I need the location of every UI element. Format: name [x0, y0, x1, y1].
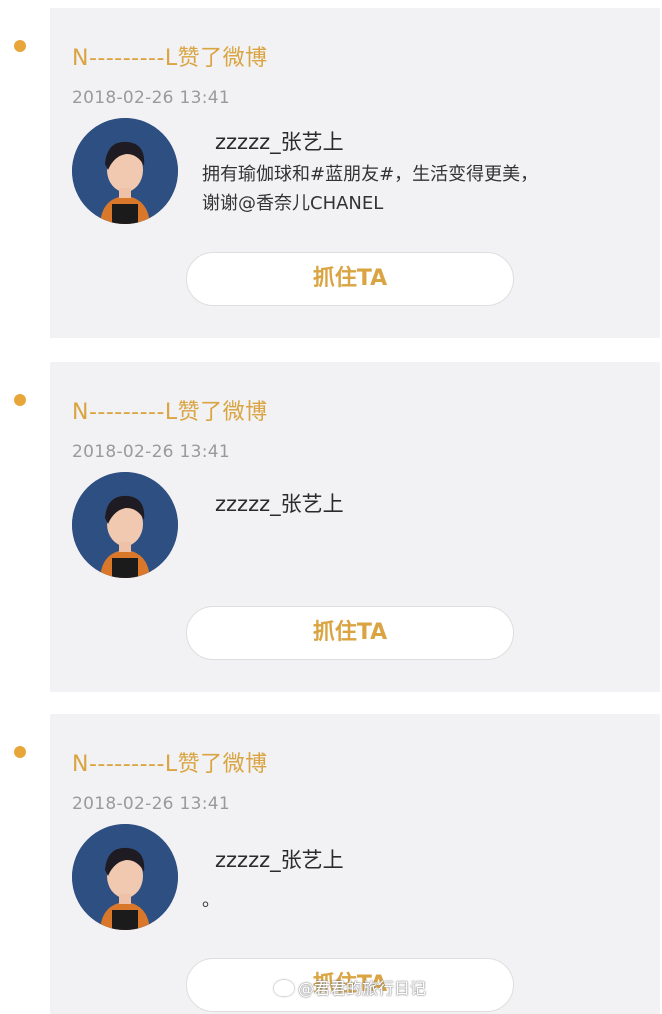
activity-timestamp: 2018-02-26 13:41 — [72, 442, 230, 462]
post-line: 谢谢@香奈儿CHANEL — [202, 193, 384, 214]
timeline-dot — [14, 394, 26, 406]
user-name[interactable]: zzzzz_张艺上 — [215, 844, 344, 874]
feed-card: N---------L赞了微博 2018-02-26 13:41 zzzzz_张… — [50, 714, 660, 1014]
activity-timestamp: 2018-02-26 13:41 — [72, 88, 230, 108]
feed-card: N---------L赞了微博 2018-02-26 13:41 zzzzz_张… — [50, 8, 660, 338]
user-name[interactable]: zzzzz_张艺上 — [215, 488, 344, 518]
post-line: 拥有瑜伽球和#蓝朋友#，生活变得更美， — [202, 164, 539, 185]
post-content[interactable]: 。 — [202, 886, 652, 915]
grab-ta-button[interactable]: 抓住TA — [186, 606, 514, 660]
feed-card: N---------L赞了微博 2018-02-26 13:41 zzzzz_张… — [50, 362, 660, 692]
timeline-dot — [14, 746, 26, 758]
post-line: 。 — [202, 890, 220, 911]
timeline-dot — [14, 40, 26, 52]
user-name[interactable]: zzzzz_张艺上 — [215, 126, 344, 156]
post-content[interactable]: 拥有瑜伽球和#蓝朋友#，生活变得更美， 谢谢@香奈儿CHANEL — [202, 160, 652, 218]
activity-title[interactable]: N---------L赞了微博 — [72, 746, 268, 778]
activity-timestamp: 2018-02-26 13:41 — [72, 794, 230, 814]
activity-title[interactable]: N---------L赞了微博 — [72, 394, 268, 426]
weibo-icon — [273, 980, 294, 996]
avatar[interactable] — [72, 472, 178, 578]
grab-ta-button[interactable]: 抓住TA — [186, 252, 514, 306]
watermark: @君君的旅行日记 — [273, 975, 426, 999]
avatar[interactable] — [72, 118, 178, 224]
watermark-text: @君君的旅行日记 — [297, 979, 426, 998]
activity-title[interactable]: N---------L赞了微博 — [72, 40, 268, 72]
avatar[interactable] — [72, 824, 178, 930]
